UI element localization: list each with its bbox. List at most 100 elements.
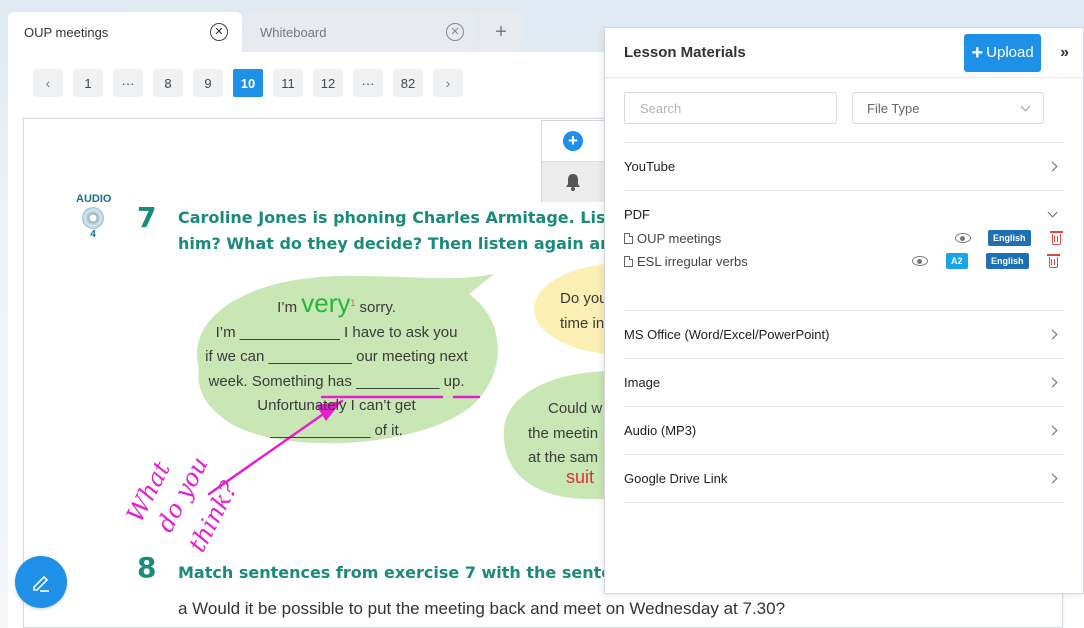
tab-label: OUP meetings (24, 24, 109, 40)
chevron-right-icon (1047, 473, 1058, 484)
exercise-number: 8 (137, 551, 157, 584)
dialogue-line: Could w (548, 400, 603, 417)
bell-icon (566, 174, 580, 191)
tab-oup-meetings[interactable]: OUP meetings ✕ (8, 12, 242, 52)
section-ms-office: MS Office (Word/Excel/PowerPoint) (624, 310, 1064, 358)
section-label: MS Office (Word/Excel/PowerPoint) (624, 327, 830, 342)
page-pagination: ‹ 1 ··· 8 9 10 11 12 ··· 82 › (33, 69, 463, 97)
chevron-right-icon (1047, 161, 1058, 172)
material-sections: YouTube PDF OUP meetings English ESL irr… (605, 142, 1083, 503)
section-image: Image (624, 358, 1064, 406)
plus-icon: + (971, 41, 984, 64)
bubble-dialogue-3: Could w the meetin at the sam (528, 397, 602, 471)
chevron-right-icon (1047, 425, 1058, 436)
prev-page-button[interactable]: ‹ (33, 69, 63, 97)
section-header[interactable]: MS Office (Word/Excel/PowerPoint) (624, 311, 1064, 358)
file-type-select[interactable]: File Type (852, 92, 1044, 124)
add-button[interactable]: + (542, 121, 604, 161)
dialogue-line: I’m ____________ I have to ask you (215, 323, 458, 341)
page-tools: + (541, 120, 605, 202)
section-header[interactable]: Audio (MP3) (624, 407, 1064, 454)
close-tab-icon[interactable]: ✕ (210, 23, 228, 41)
exercise-title-line: Match sentences from exercise 7 with the… (178, 563, 654, 582)
eye-icon[interactable] (955, 233, 971, 243)
chevron-right-icon (1047, 377, 1058, 388)
panel-header: Lesson Materials + Upload » (605, 28, 1083, 78)
page-button[interactable]: 12 (313, 69, 343, 97)
page-ellipsis[interactable]: ··· (353, 69, 383, 97)
section-audio: Audio (MP3) (624, 406, 1064, 454)
search-input[interactable] (624, 92, 837, 124)
section-label: PDF (624, 207, 650, 222)
notification-button[interactable] (542, 161, 604, 202)
file-row[interactable]: ESL irregular verbs A2 English (624, 250, 1064, 273)
file-row[interactable]: OUP meetings English (624, 227, 1064, 250)
trash-icon[interactable] (1047, 254, 1060, 268)
dialogue-line: time in (560, 314, 605, 332)
pdf-file-icon (624, 233, 633, 244)
edit-pen-button[interactable] (15, 556, 67, 608)
exercise-title-line: him? What do they decide? Then listen ag… (178, 234, 650, 253)
dialogue-line: Unfortunately I can’t get (257, 397, 416, 414)
level-badge: A2 (946, 253, 968, 269)
section-label: Image (624, 375, 661, 390)
section-label: Google Drive Link (624, 471, 728, 486)
bubble-dialogue: I’m very1 sorry. I’m ____________ I have… (194, 288, 479, 443)
lesson-materials-panel: Lesson Materials + Upload » File Type Yo… (604, 27, 1084, 594)
upload-label: Upload (986, 44, 1034, 61)
panel-title: Lesson Materials (624, 44, 746, 61)
section-youtube: YouTube (624, 142, 1064, 190)
tab-label: Whiteboard (260, 24, 327, 40)
language-badge: English (988, 230, 1031, 246)
upload-button[interactable]: + Upload (964, 33, 1042, 72)
collapse-panel-icon[interactable]: » (1060, 44, 1069, 62)
page-button[interactable]: 8 (153, 69, 183, 97)
section-label: Audio (MP3) (624, 423, 697, 438)
section-label: YouTube (624, 159, 676, 174)
chevron-down-icon (1047, 207, 1058, 218)
tab-whiteboard[interactable]: Whiteboard ✕ (244, 12, 478, 52)
page-button[interactable]: 11 (273, 69, 303, 97)
add-tab-button[interactable]: + (480, 12, 522, 52)
section-google-drive: Google Drive Link (624, 454, 1064, 503)
page-ellipsis[interactable]: ··· (113, 69, 143, 97)
filled-answer: very (301, 288, 351, 318)
pencil-icon (33, 575, 49, 592)
exercise-number: 7 (137, 201, 157, 234)
page-button[interactable]: 1 (73, 69, 103, 97)
audio-label: AUDIO (76, 193, 112, 205)
plus-circle-icon: + (563, 131, 583, 151)
dialogue-line: ____________ of it. (270, 421, 403, 439)
section-header[interactable]: Google Drive Link (624, 455, 1064, 502)
chevron-right-icon (1047, 329, 1058, 340)
dialogue-line: Do you (560, 290, 608, 307)
pdf-file-list: OUP meetings English ESL irregular verbs… (624, 227, 1064, 310)
audio-marker: AUDIO 4 (76, 193, 112, 240)
eye-icon[interactable] (912, 256, 928, 266)
exercise-item: a Would it be possible to put the meetin… (178, 599, 786, 618)
trash-icon[interactable] (1050, 231, 1063, 245)
audio-number: 4 (90, 229, 96, 240)
pdf-file-icon (624, 256, 633, 267)
file-type-label: File Type (867, 100, 920, 116)
filter-bar: File Type (605, 78, 1083, 142)
dialogue-line: the meetin (528, 424, 599, 442)
tab-bar: OUP meetings ✕ Whiteboard ✕ + (8, 12, 522, 52)
cd-icon (82, 207, 104, 229)
language-badge: English (986, 253, 1029, 269)
close-tab-icon[interactable]: ✕ (446, 23, 464, 41)
bubble-dialogue-2: Do you time in (560, 287, 608, 336)
next-page-button[interactable]: › (433, 69, 463, 97)
page-button[interactable]: 82 (393, 69, 423, 97)
exercise-title-line: Caroline Jones is phoning Charles Armita… (178, 208, 649, 227)
filled-answer: suit (566, 467, 595, 487)
dialogue-line: if we can __________ our meeting next (205, 348, 468, 365)
section-pdf: PDF OUP meetings English ESL irregular v… (624, 190, 1064, 310)
section-header[interactable]: YouTube (624, 143, 1064, 190)
dialogue-line: I’m very1 sorry. (277, 288, 396, 318)
page-button[interactable]: 9 (193, 69, 223, 97)
chevron-down-icon (1020, 101, 1031, 111)
dialogue-line: week. Something has __________ up. (208, 372, 465, 390)
current-page-button[interactable]: 10 (233, 69, 263, 97)
section-header[interactable]: Image (624, 359, 1064, 406)
